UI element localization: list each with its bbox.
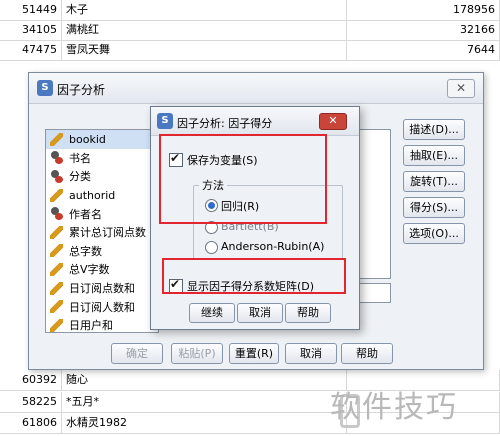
cell-name[interactable]: 满桃红 — [66, 20, 347, 40]
variable-label: 书名 — [69, 151, 91, 165]
variable-label: authorid — [69, 188, 116, 202]
options-button[interactable]: 选项(O)... — [403, 223, 465, 244]
ruler-icon — [50, 225, 63, 239]
cell-name[interactable]: 随心 — [66, 370, 347, 390]
app-icon: S — [157, 113, 173, 129]
variable-label: 总字数 — [69, 244, 102, 258]
descriptives-button[interactable]: 描述(D)... — [403, 119, 465, 140]
cell-value[interactable]: 178956 — [346, 0, 500, 20]
cell-id[interactable]: 47475 — [0, 40, 62, 60]
ruler-icon — [50, 281, 63, 295]
cancel-button[interactable]: 取消 — [285, 343, 337, 364]
ok-button[interactable]: 确定 — [111, 343, 163, 364]
ruler-icon — [50, 318, 63, 332]
cell-value[interactable]: 32166 — [346, 20, 500, 40]
reset-button[interactable]: 重置(R) — [229, 343, 279, 364]
cell-value[interactable]: 7644 — [346, 40, 500, 60]
cell-id[interactable]: 60392 — [0, 370, 62, 390]
ruler-icon — [50, 300, 63, 314]
ruler-icon — [50, 244, 63, 258]
variable-list[interactable]: bookid 书名 分类 authorid 作者名 累计总订阅点数 总字数 总V… — [45, 129, 159, 333]
variable-label: 日用户和 — [69, 319, 113, 333]
list-item[interactable]: 日订阅点数和 — [46, 279, 158, 298]
list-item[interactable]: 作者名 — [46, 204, 158, 223]
list-item[interactable]: 书名 — [46, 149, 158, 168]
subdialog-title: 因子分析: 因子得分 — [177, 117, 273, 130]
watermark-text: 软件技巧 — [330, 390, 458, 425]
ruler-icon — [50, 188, 63, 202]
help-button[interactable]: 帮助 — [341, 343, 393, 364]
paste-button[interactable]: 粘贴(P) — [171, 343, 223, 364]
dialog-title: 因子分析 — [57, 83, 106, 97]
list-item[interactable]: 总字数 — [46, 242, 158, 261]
help-button[interactable]: 帮助 — [285, 303, 331, 323]
list-item[interactable]: bookid — [46, 130, 158, 149]
cell-name[interactable]: *五月* — [66, 392, 347, 412]
cell-id[interactable]: 34105 — [0, 20, 62, 40]
close-button[interactable]: ✕ — [447, 79, 475, 98]
cell-id[interactable]: 61806 — [0, 413, 62, 433]
anderson-rubin-label: Anderson-Rubin(A) — [221, 240, 325, 253]
scores-button[interactable]: 得分(S)... — [403, 197, 465, 218]
list-item[interactable]: 总V字数 — [46, 260, 158, 279]
cell-name[interactable]: 水精灵1982 — [66, 413, 347, 433]
cell-name[interactable]: 木子 — [66, 0, 347, 20]
variable-label: 分类 — [69, 170, 91, 184]
continue-button[interactable]: 继续 — [189, 303, 235, 323]
variable-label: bookid — [69, 132, 106, 146]
list-item[interactable]: 累计总订阅点数 — [46, 223, 158, 242]
variable-label: 总V字数 — [69, 263, 110, 277]
list-item[interactable]: authorid — [46, 186, 158, 205]
cell-id[interactable]: 58225 — [0, 392, 62, 412]
person-icon — [50, 151, 63, 165]
variable-label: 作者名 — [69, 207, 102, 221]
variable-label: 日订阅点数和 — [69, 282, 135, 296]
cancel-button[interactable]: 取消 — [237, 303, 283, 323]
rotation-button[interactable]: 旋转(T)... — [403, 171, 465, 192]
dialog-titlebar[interactable]: S 因子分析 ✕ — [29, 73, 483, 104]
variable-label: 累计总订阅点数 — [69, 226, 146, 240]
app-icon: S — [37, 80, 53, 96]
person-icon — [50, 207, 63, 221]
extraction-button[interactable]: 抽取(E)... — [403, 145, 465, 166]
subdialog-titlebar[interactable]: S 因子分析: 因子得分 ✕ — [151, 107, 359, 136]
cell-id[interactable]: 51449 — [0, 0, 62, 20]
variable-label: 日订阅人数和 — [69, 300, 135, 314]
list-item[interactable]: 分类 — [46, 167, 158, 186]
anderson-rubin-radio[interactable] — [205, 241, 218, 254]
person-icon — [50, 169, 63, 183]
table-row[interactable]: 51449 木子 178956 — [0, 0, 500, 21]
ruler-icon — [50, 262, 63, 276]
highlight-box-save-variables — [159, 134, 327, 224]
highlight-box-show-matrix — [162, 258, 346, 294]
close-button[interactable]: ✕ — [319, 113, 347, 130]
table-row[interactable]: 47475 雪凤天舞 7644 — [0, 40, 500, 61]
ruler-icon — [50, 132, 63, 146]
list-item[interactable]: 日用户和 — [46, 316, 158, 333]
cell-name[interactable]: 雪凤天舞 — [66, 40, 347, 60]
table-row[interactable]: 34105 满桃红 32166 — [0, 20, 500, 41]
list-item[interactable]: 日订阅人数和 — [46, 297, 158, 316]
